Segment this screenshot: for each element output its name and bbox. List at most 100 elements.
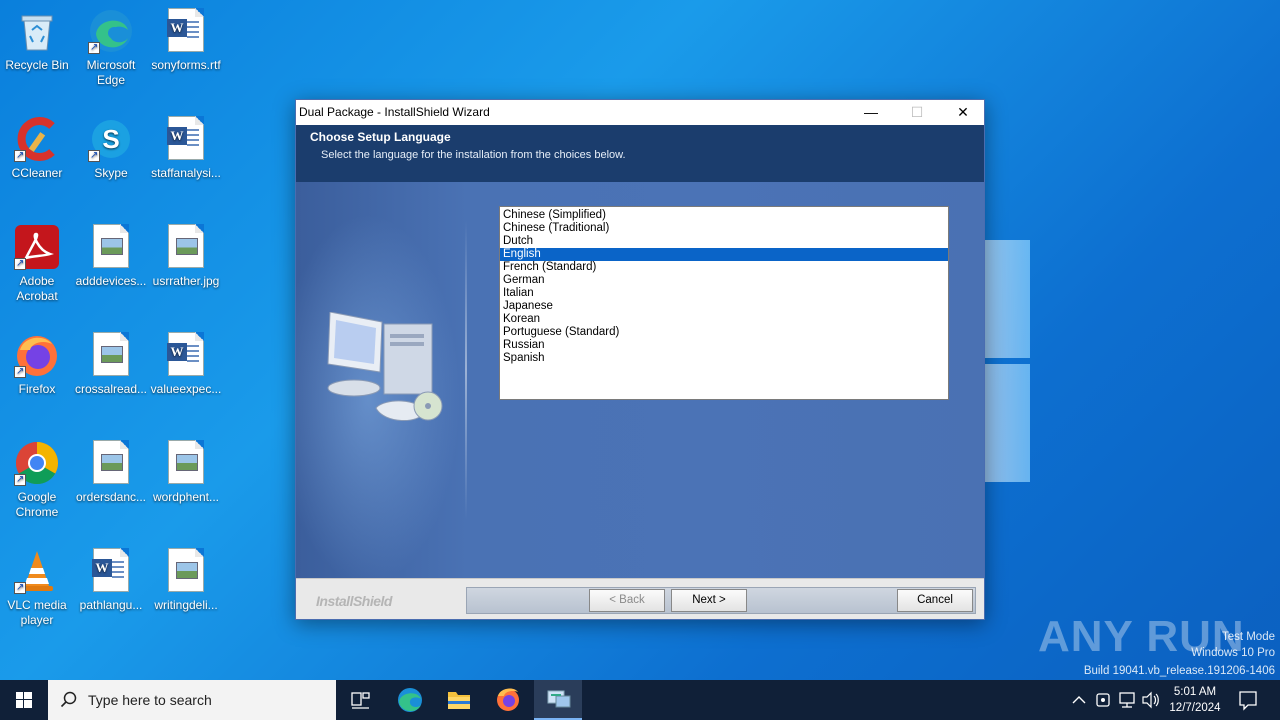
skype-icon: S: [88, 116, 134, 163]
desktop-icon-label: CCleaner: [11, 166, 63, 180]
taskbar-clock[interactable]: 5:01 AM 12/7/2024: [1160, 684, 1230, 716]
task-view-icon: [351, 692, 370, 709]
shortcut-arrow-icon: [14, 148, 26, 163]
language-option[interactable]: Portuguese (Standard): [500, 326, 948, 339]
desktop-icon-label: staffanalysi...: [151, 166, 221, 180]
windows-logo-wallpaper: [985, 240, 1030, 482]
acrobat-icon: [14, 224, 60, 271]
desktop-icon-label: wordphent...: [152, 490, 220, 504]
language-option[interactable]: Italian: [500, 287, 948, 300]
search-icon: [60, 691, 77, 708]
desktop-icon-skype[interactable]: S Skype: [74, 116, 148, 181]
desktop-icon-label: crossalread...: [74, 382, 148, 396]
taskbar: Type here to search 5:01 AM 12/7/2024: [0, 680, 1280, 720]
close-button[interactable]: ✕: [940, 100, 986, 125]
clock-time: 5:01 AM: [1173, 686, 1217, 698]
language-option[interactable]: Korean: [500, 313, 948, 326]
chevron-up-icon: [1072, 696, 1086, 704]
desktop-icon-pathlangu[interactable]: W pathlangu...: [74, 548, 148, 613]
desktop-icon-ccleaner[interactable]: CCleaner: [0, 116, 74, 181]
vlc-icon: [14, 548, 60, 595]
installer-icon: [547, 690, 571, 708]
start-button[interactable]: [0, 680, 48, 720]
action-center-button[interactable]: [1234, 680, 1262, 720]
shortcut-arrow-icon: [14, 580, 26, 595]
taskbar-edge-button[interactable]: [386, 680, 434, 720]
notification-icon: [1239, 691, 1257, 711]
desktop-icon-label: adddevices...: [75, 274, 147, 288]
desktop-icon-label: Microsoft Edge: [86, 58, 136, 87]
maximize-button: ☐: [910, 104, 924, 120]
image-file-icon: [88, 224, 134, 270]
desktop-icon-label: Google Chrome: [15, 490, 59, 519]
next-button[interactable]: Next >: [671, 589, 747, 612]
task-view-button[interactable]: [336, 680, 384, 720]
minimize-button[interactable]: —: [848, 100, 894, 125]
language-option[interactable]: English: [500, 248, 948, 261]
taskbar-installshield-button[interactable]: [534, 680, 582, 720]
language-option[interactable]: Spanish: [500, 352, 948, 365]
taskbar-search-box[interactable]: Type here to search: [48, 680, 336, 720]
shortcut-arrow-icon: [14, 364, 26, 379]
desktop-icon-usrrather[interactable]: usrrather.jpg: [149, 224, 223, 289]
folder-icon: [448, 692, 470, 709]
shortcut-arrow-icon: [88, 148, 100, 163]
taskbar-file-explorer-button[interactable]: [435, 680, 483, 720]
word-document-icon: W: [163, 116, 209, 162]
desktop-icon-ordersdanc[interactable]: ordersdanc...: [74, 440, 148, 505]
image-file-icon: [163, 548, 209, 594]
speaker-icon: [1142, 691, 1159, 709]
language-option[interactable]: Chinese (Traditional): [500, 222, 948, 235]
desktop-icon-staffanalysi[interactable]: W staffanalysi...: [149, 116, 223, 181]
desktop-icon-google-chrome[interactable]: Google Chrome: [0, 440, 74, 520]
windows-edition-text: Windows 10 Pro: [1191, 647, 1275, 659]
desktop-icon-writingdeli[interactable]: writingdeli...: [149, 548, 223, 613]
desktop-icon-crossalread[interactable]: crossalread...: [74, 332, 148, 397]
desktop-icon-label: Skype: [94, 166, 128, 180]
shortcut-arrow-icon: [14, 472, 26, 487]
desktop-icon-edge[interactable]: Microsoft Edge: [74, 8, 148, 88]
desktop-icon-adddevices[interactable]: adddevices...: [74, 224, 148, 289]
clock-date: 12/7/2024: [1169, 702, 1221, 714]
taskbar-firefox-button[interactable]: [484, 680, 532, 720]
desktop-icon-vlc[interactable]: VLC media player: [0, 548, 74, 628]
desktop-icon-recycle-bin[interactable]: Recycle Bin: [0, 8, 74, 73]
panel-divider: [465, 220, 467, 520]
language-listbox[interactable]: Chinese (Simplified) Chinese (Traditional…: [499, 206, 949, 400]
tray-app-button[interactable]: [1092, 680, 1114, 720]
desktop-icon-adobe-acrobat[interactable]: Adobe Acrobat: [0, 224, 74, 304]
window-titlebar[interactable]: Dual Package - InstallShield Wizard — ☐ …: [296, 100, 984, 125]
wizard-body: Chinese (Simplified) Chinese (Traditional…: [296, 182, 984, 578]
desktop-icon-wordphent[interactable]: wordphent...: [149, 440, 223, 505]
desktop-icon-label: Recycle Bin: [5, 58, 69, 72]
desktop-icon-label: Adobe Acrobat: [16, 274, 58, 303]
svg-text:S: S: [102, 124, 119, 154]
language-option[interactable]: German: [500, 274, 948, 287]
desktop-icon-label: pathlangu...: [79, 598, 143, 612]
desktop-icon-label: Firefox: [18, 382, 56, 396]
word-document-icon: W: [163, 332, 209, 378]
desktop-icon-label: sonyforms.rtf: [151, 58, 221, 72]
cancel-button[interactable]: Cancel: [897, 589, 973, 612]
desktop-icon-valueexpec[interactable]: W valueexpec...: [149, 332, 223, 397]
network-icon: [1119, 692, 1135, 708]
language-option[interactable]: Dutch: [500, 235, 948, 248]
language-option[interactable]: French (Standard): [500, 261, 948, 274]
desktop-icon-sonyforms[interactable]: W sonyforms.rtf: [149, 8, 223, 73]
desktop-icon-firefox[interactable]: Firefox: [0, 332, 74, 397]
computer-illustration-icon: [324, 311, 444, 442]
firefox-icon: [497, 688, 519, 711]
show-hidden-icons-button[interactable]: [1068, 680, 1090, 720]
network-button[interactable]: [1115, 680, 1139, 720]
ccleaner-icon: [14, 116, 60, 163]
desktop-icon-label: valueexpec...: [150, 382, 222, 396]
installshield-wizard-window: Dual Package - InstallShield Wizard — ☐ …: [295, 99, 985, 620]
language-option[interactable]: Chinese (Simplified): [500, 209, 948, 222]
language-option[interactable]: Japanese: [500, 300, 948, 313]
language-option[interactable]: Russian: [500, 339, 948, 352]
back-button[interactable]: < Back: [589, 589, 665, 612]
volume-button[interactable]: [1140, 680, 1162, 720]
chrome-icon: [14, 440, 60, 487]
desktop-icon-label: writingdeli...: [154, 598, 218, 612]
edge-icon: [88, 8, 134, 55]
